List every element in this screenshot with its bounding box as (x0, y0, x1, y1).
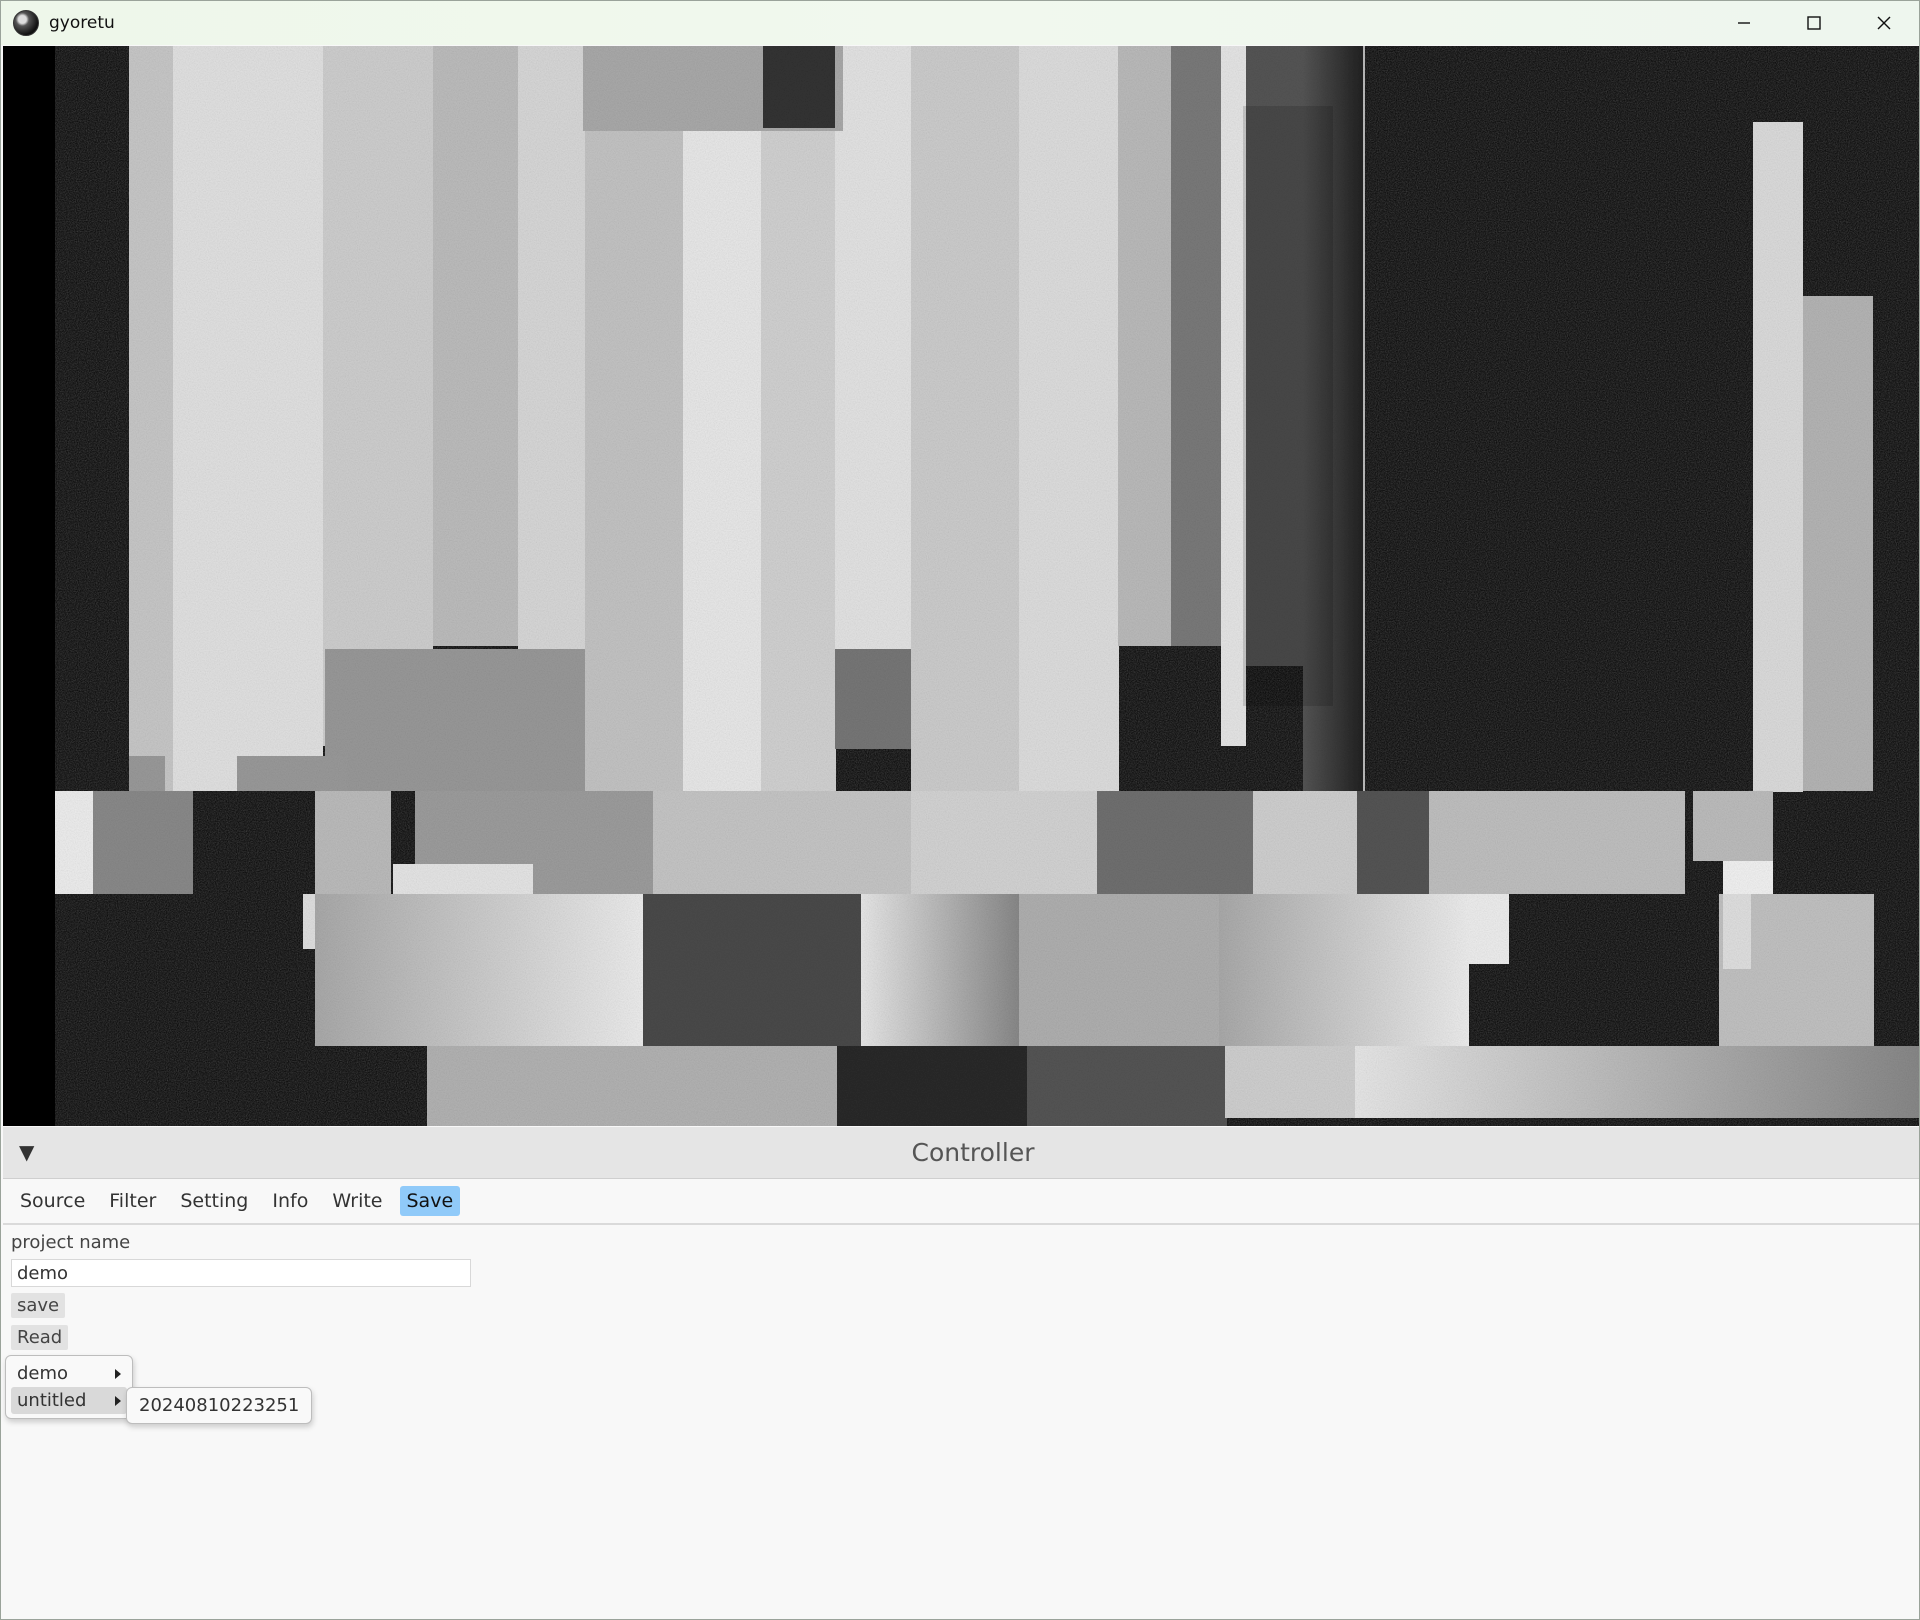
tab-source[interactable]: Source (13, 1186, 92, 1216)
close-button[interactable] (1849, 1, 1919, 45)
close-icon (1877, 16, 1891, 30)
untitled-submenu: 20240810223251 (126, 1387, 313, 1424)
project-name-label: project name (11, 1232, 131, 1253)
tab-save[interactable]: Save (399, 1186, 461, 1216)
tab-setting[interactable]: Setting (173, 1186, 255, 1216)
window-controls (1709, 1, 1919, 45)
app-window: gyoretu ▼ Controller Source Filter Setti… (0, 0, 1920, 1620)
menu-item-untitled[interactable]: untitled (11, 1387, 127, 1414)
menu-item-label: untitled (17, 1390, 87, 1411)
minimize-icon (1738, 22, 1750, 24)
controller-title: Controller (911, 1138, 1035, 1167)
controller-panel: ▼ Controller Source Filter Setting Info … (3, 1127, 1919, 1619)
menu-item-label: demo (17, 1363, 69, 1384)
glitch-canvas[interactable] (3, 46, 1919, 1126)
tab-write[interactable]: Write (325, 1186, 389, 1216)
app-logo-icon (13, 10, 39, 36)
maximize-button[interactable] (1779, 1, 1849, 45)
window-title: gyoretu (49, 13, 115, 33)
maximize-icon (1807, 16, 1821, 30)
project-name-input[interactable] (11, 1259, 471, 1287)
glitch-artwork (55, 46, 1919, 1126)
tab-info[interactable]: Info (265, 1186, 315, 1216)
submenu-arrow-icon (115, 1368, 121, 1379)
tab-filter[interactable]: Filter (102, 1186, 163, 1216)
minimize-button[interactable] (1709, 1, 1779, 45)
controller-header[interactable]: ▼ Controller (3, 1127, 1919, 1179)
save-button[interactable]: save (11, 1293, 66, 1318)
read-button[interactable]: Read (11, 1325, 69, 1350)
submenu-arrow-icon (115, 1395, 121, 1406)
tab-divider (3, 1223, 1919, 1225)
submenu-item-snapshot[interactable]: 20240810223251 (133, 1392, 305, 1419)
menu-item-demo[interactable]: demo (11, 1360, 127, 1387)
title-bar[interactable]: gyoretu (1, 1, 1919, 45)
read-project-menu: demo untitled (5, 1355, 133, 1419)
controller-tabs: Source Filter Setting Info Write Save (13, 1186, 470, 1216)
